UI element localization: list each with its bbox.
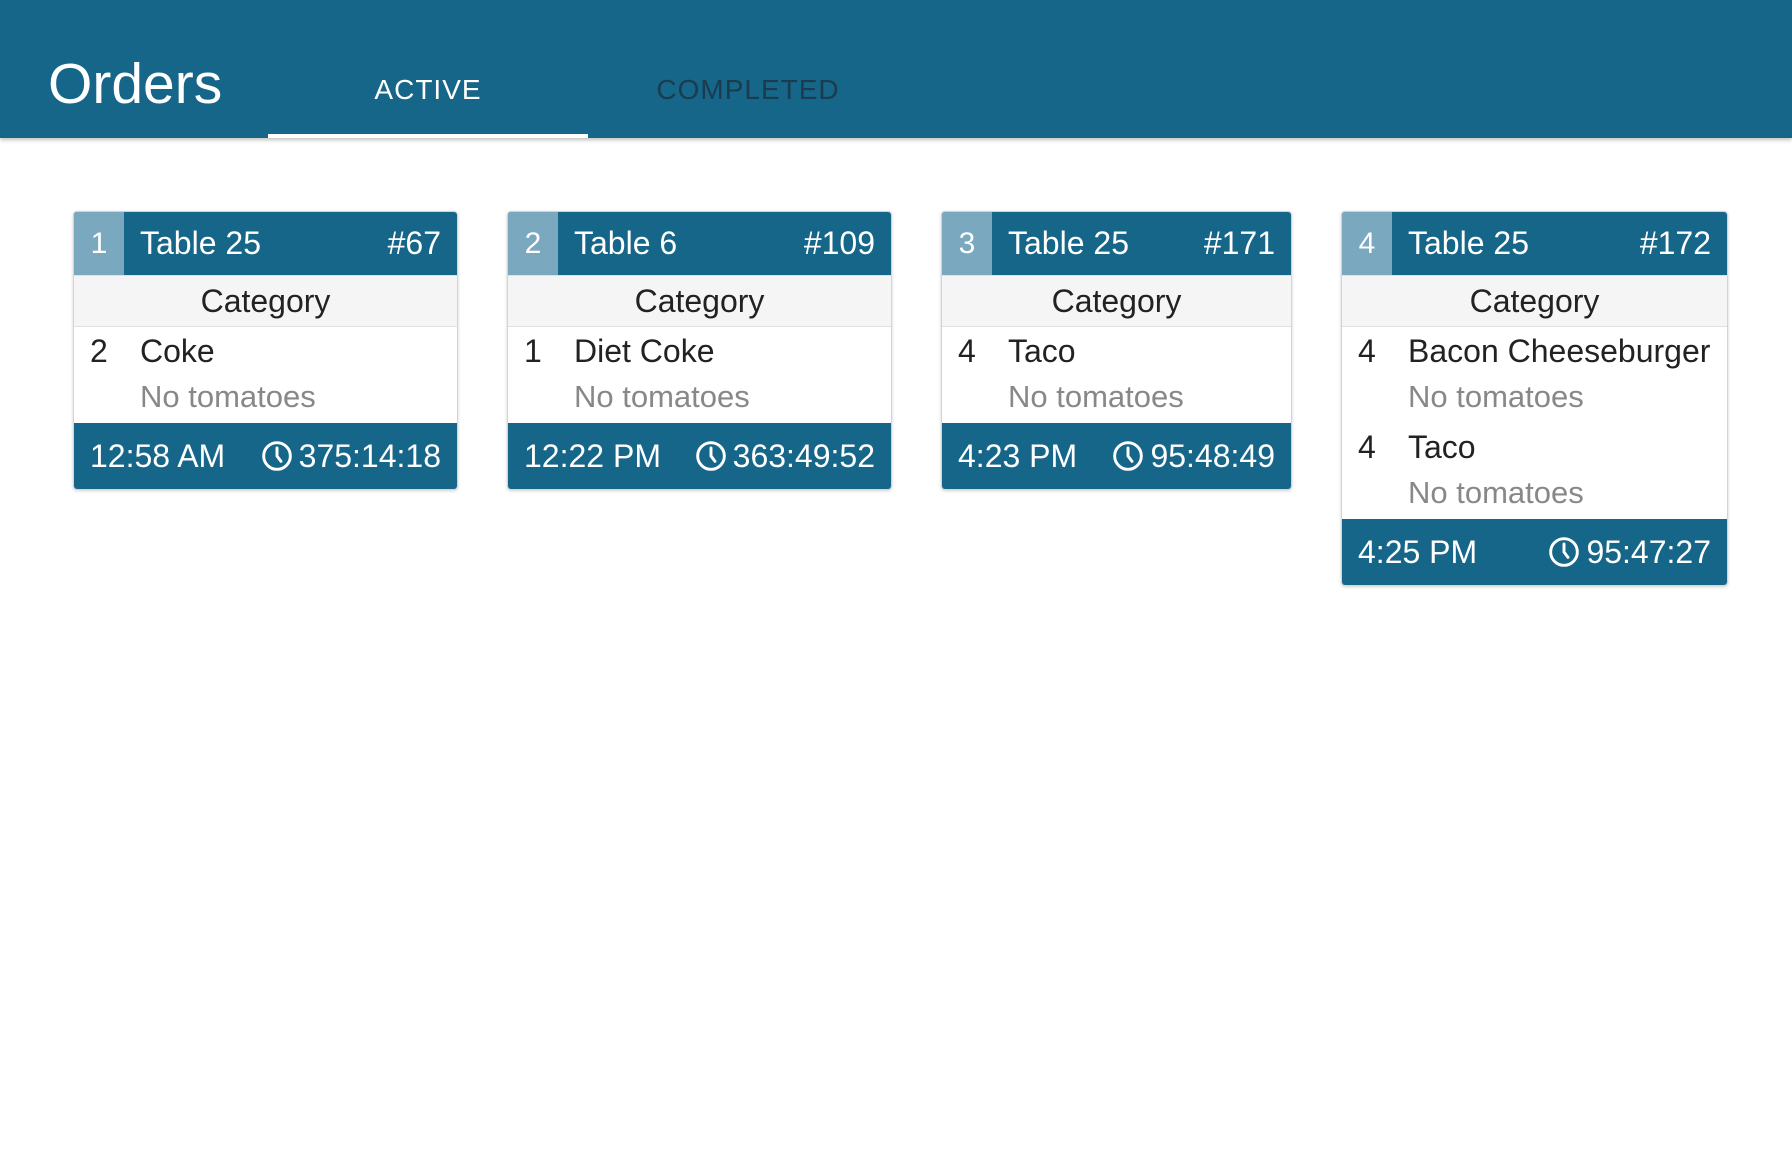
order-index-badge: 1 (74, 212, 124, 275)
order-card-footer: 4:25 PM 95:47:27 (1342, 519, 1727, 585)
order-table: Table 25 (140, 225, 261, 261)
order-category: Category (74, 275, 457, 327)
item-name: Taco (1408, 428, 1476, 465)
order-card-header: 1 Table 25 #67 (74, 212, 457, 275)
tab-active[interactable]: ACTIVE (268, 68, 588, 138)
elapsed-timer: 363:49:52 (695, 438, 875, 475)
order-number: #109 (803, 225, 875, 261)
order-card-footer: 12:22 PM 363:49:52 (508, 423, 891, 489)
order-index-badge: 4 (1342, 212, 1392, 275)
order-item: 4 Taco No tomatoes (942, 327, 1291, 423)
order-number: #67 (387, 225, 441, 261)
elapsed-time: 95:48:49 (1150, 437, 1275, 474)
order-time: 4:23 PM (958, 437, 1078, 474)
order-item: 2 Coke No tomatoes (74, 327, 457, 423)
order-card[interactable]: 3 Table 25 #171 Category 4 Taco No tomat… (941, 211, 1292, 490)
order-table: Table 25 (1008, 225, 1129, 261)
order-card-footer: 12:58 AM 375:14:18 (74, 423, 457, 489)
order-card[interactable]: 2 Table 6 #109 Category 1 Diet Coke No t… (507, 211, 892, 490)
order-category: Category (942, 275, 1291, 327)
elapsed-time: 375:14:18 (298, 437, 441, 474)
order-time: 4:25 PM (1358, 533, 1478, 570)
order-index-badge: 2 (508, 212, 558, 275)
item-quantity: 4 (958, 332, 976, 369)
elapsed-time: 363:49:52 (732, 437, 875, 474)
item-quantity: 4 (1358, 332, 1376, 369)
item-name: Taco (1008, 332, 1076, 369)
order-card-header: 2 Table 6 #109 (508, 212, 891, 275)
item-modifier: No tomatoes (1408, 475, 1584, 510)
order-number: #172 (1639, 225, 1711, 261)
item-name: Diet Coke (574, 332, 715, 369)
order-category: Category (1342, 275, 1727, 327)
item-quantity: 2 (90, 332, 108, 369)
order-time: 12:58 AM (90, 437, 226, 474)
order-card-header: 4 Table 25 #172 (1342, 212, 1727, 275)
order-card[interactable]: 1 Table 25 #67 Category 2 Coke No tomato… (73, 211, 458, 490)
order-table: Table 6 (574, 225, 678, 261)
order-card-footer: 4:23 PM 95:48:49 (942, 423, 1291, 489)
order-table: Table 25 (1408, 225, 1529, 261)
item-quantity: 1 (524, 332, 542, 369)
item-modifier: No tomatoes (574, 379, 750, 414)
order-time: 12:22 PM (524, 437, 661, 474)
item-quantity: 4 (1358, 428, 1376, 465)
elapsed-timer: 375:14:18 (261, 438, 441, 475)
order-item: 4 Bacon Cheeseburger No tomatoes (1342, 327, 1727, 423)
item-modifier: No tomatoes (1008, 379, 1184, 414)
clock-icon (1549, 537, 1580, 567)
item-modifier: No tomatoes (140, 379, 316, 414)
elapsed-timer: 95:48:49 (1112, 438, 1275, 475)
item-name: Bacon Cheeseburger (1408, 332, 1711, 369)
clock-icon (1113, 441, 1144, 471)
elapsed-time: 95:47:27 (1586, 533, 1711, 570)
order-number: #171 (1203, 225, 1275, 261)
order-item: 1 Diet Coke No tomatoes (508, 327, 891, 423)
order-card[interactable]: 4 Table 25 #172 Category 4 Bacon Cheeseb… (1341, 211, 1728, 586)
app-bar: Orders ACTIVE COMPLETED (0, 0, 1792, 138)
order-card-header: 3 Table 25 #171 (942, 212, 1291, 275)
clock-icon (261, 441, 292, 471)
elapsed-timer: 95:47:27 (1548, 534, 1711, 571)
page-title: Orders (48, 52, 223, 116)
order-item: 4 Taco No tomatoes (1342, 423, 1727, 519)
order-index-badge: 3 (942, 212, 992, 275)
item-modifier: No tomatoes (1408, 379, 1584, 414)
tab-completed[interactable]: COMPLETED (588, 68, 908, 138)
clock-icon (695, 441, 726, 471)
item-name: Coke (140, 332, 215, 369)
order-category: Category (508, 275, 891, 327)
